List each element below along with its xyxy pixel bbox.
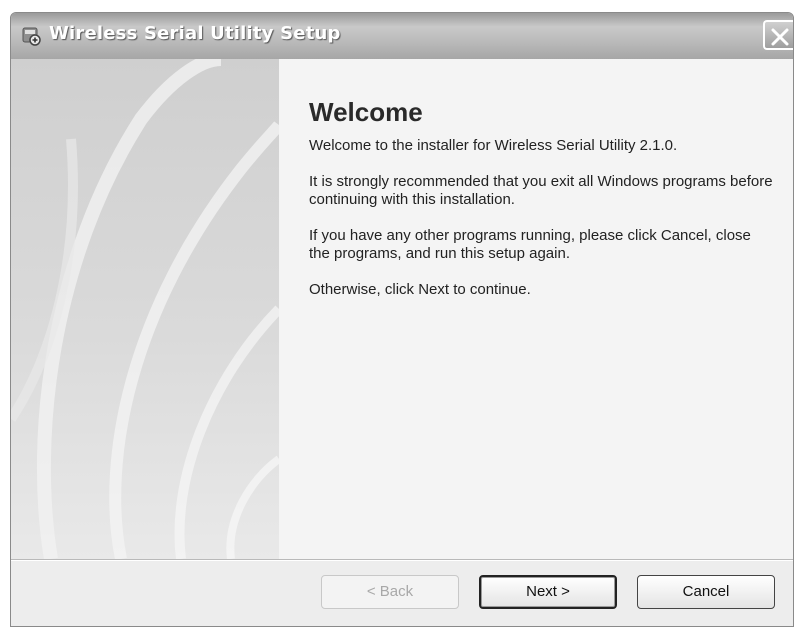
continue-text: Otherwise, click Next to continue. (309, 281, 531, 298)
decorative-swoosh-graphic (11, 59, 279, 559)
close-icon (771, 28, 789, 46)
next-button[interactable]: Next > (479, 575, 617, 609)
cancel-instructions-text: If you have any other programs running, … (309, 227, 751, 262)
window-title: Wireless Serial Utility Setup (49, 23, 341, 44)
page-title: Welcome (309, 97, 423, 127)
back-button[interactable]: < Back (321, 575, 459, 609)
button-bar: < Back Next > Cancel (11, 561, 793, 626)
close-button[interactable] (763, 20, 793, 50)
intro-text: Welcome to the installer for Wireless Se… (309, 137, 678, 154)
installer-icon (21, 25, 43, 47)
side-graphic-panel (11, 59, 279, 559)
cancel-button[interactable]: Cancel (637, 575, 775, 609)
exit-programs-text: It is strongly recommended that you exit… (309, 173, 773, 208)
welcome-content: Welcome Welcome to the installer for Wir… (279, 59, 793, 559)
title-bar[interactable]: Wireless Serial Utility Setup (11, 13, 793, 59)
setup-dialog: Wireless Serial Utility Setup Welcome We… (10, 12, 794, 627)
